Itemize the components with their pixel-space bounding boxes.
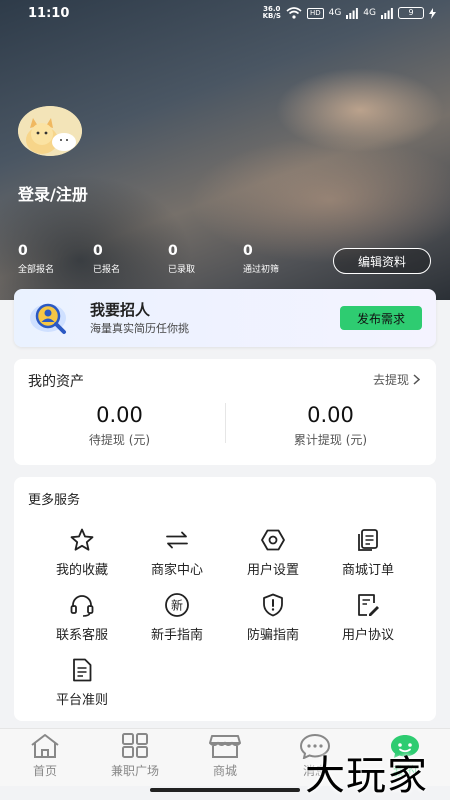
signal-4g-label-2: 4G xyxy=(363,8,376,18)
recruit-subtitle: 海量真实简历任你挑 xyxy=(90,322,189,335)
total-label: 累计提现 (元) xyxy=(293,433,368,447)
stat-value: 0 xyxy=(93,243,103,259)
service-label: 商城订单 xyxy=(341,563,394,578)
service-beginner-guide[interactable]: 新 新手指南 xyxy=(129,592,225,643)
avatar[interactable] xyxy=(18,106,82,156)
stat-label: 已报名 xyxy=(93,265,121,275)
swap-icon xyxy=(166,531,188,549)
charging-bolt-icon xyxy=(429,7,436,19)
wifi-icon xyxy=(286,7,302,19)
stat-value: 0 xyxy=(18,243,28,259)
tab-mall[interactable]: 商城 xyxy=(180,733,270,779)
recruit-title: 我要招人 xyxy=(90,301,151,319)
withdraw-link[interactable]: 去提现 xyxy=(373,371,420,388)
tab-label: 兼职广场 xyxy=(110,764,159,778)
home-indicator[interactable] xyxy=(150,788,300,792)
service-label: 用户设置 xyxy=(246,563,299,578)
watermark: 大玩家 xyxy=(305,753,428,799)
document-icon xyxy=(73,658,92,682)
service-label: 防骗指南 xyxy=(246,628,299,643)
hd-badge: HD xyxy=(306,7,324,19)
chevron-right-icon xyxy=(413,374,420,385)
stat-label: 已录取 xyxy=(168,265,196,275)
svg-text:新: 新 xyxy=(171,598,183,613)
service-label: 我的收藏 xyxy=(55,563,108,578)
service-label: 新手指南 xyxy=(150,628,203,643)
signal-bars-icon xyxy=(346,7,359,19)
settings-hex-icon xyxy=(261,529,285,551)
tab-label: 商城 xyxy=(212,764,237,778)
service-mall-orders[interactable]: 商城订单 xyxy=(320,527,416,578)
stat-value: 0 xyxy=(243,243,253,259)
service-user-settings[interactable]: 用户设置 xyxy=(225,527,321,578)
service-anti-fraud-guide[interactable]: 防骗指南 xyxy=(225,592,321,643)
edit-profile-button[interactable]: 编辑资料 xyxy=(333,248,431,274)
new-badge-icon: 新 xyxy=(165,593,189,617)
recruit-banner[interactable]: 我要招人 海量真实简历任你挑 发布需求 xyxy=(14,289,436,347)
tab-home[interactable]: 首页 xyxy=(0,733,90,779)
signal-bars-icon-2 xyxy=(381,7,393,19)
battery-icon: 9 xyxy=(398,7,424,19)
star-icon xyxy=(70,528,94,551)
status-time: 11:10 xyxy=(28,6,70,21)
stat-screened[interactable]: 0 通过初筛 xyxy=(243,243,303,275)
service-label: 商家中心 xyxy=(150,563,203,578)
stat-all-applications[interactable]: 0 全部报名 xyxy=(18,243,63,275)
login-register-link[interactable]: 登录/注册 xyxy=(18,181,88,205)
services-title: 更多服务 xyxy=(28,493,81,508)
stat-applied[interactable]: 0 已报名 xyxy=(93,243,138,275)
pending-label: 待提现 (元) xyxy=(88,433,151,447)
my-assets-card: 我的资产 去提现 0.00 待提现 (元) 0.00 累计提现 (元) xyxy=(14,359,436,465)
service-label: 用户协议 xyxy=(341,628,394,643)
assets-title: 我的资产 xyxy=(28,374,84,390)
shop-icon xyxy=(209,735,241,758)
order-icon xyxy=(358,529,378,551)
headset-icon xyxy=(70,595,94,617)
stat-label: 全部报名 xyxy=(18,265,55,275)
pending-withdrawal: 0.00 待提现 (元) xyxy=(14,403,225,448)
publish-demand-button[interactable]: 发布需求 xyxy=(340,306,422,330)
withdraw-link-label: 去提现 xyxy=(372,373,409,387)
service-label: 联系客服 xyxy=(55,628,108,643)
application-stats: 0 全部报名 0 已报名 0 已录取 0 通过初筛 xyxy=(18,243,303,275)
total-withdrawal: 0.00 累计提现 (元) xyxy=(225,403,436,448)
status-icons: 36.0 KB/S HD 4G 4G 9 xyxy=(263,6,436,20)
tab-label: 首页 xyxy=(32,764,57,778)
status-bar: 11:10 36.0 KB/S HD 4G 4G 9 xyxy=(0,0,450,28)
agreement-icon xyxy=(358,594,379,616)
cat-avatar-icon xyxy=(18,106,82,156)
shield-alert-icon xyxy=(263,593,283,617)
stat-hired[interactable]: 0 已录取 xyxy=(168,243,213,275)
recruit-search-icon xyxy=(30,303,66,334)
tab-part-time-plaza[interactable]: 兼职广场 xyxy=(90,733,180,779)
service-contact-support[interactable]: 联系客服 xyxy=(34,592,130,643)
signal-4g-label: 4G xyxy=(328,8,342,18)
service-platform-rules[interactable]: 平台准则 xyxy=(34,657,130,708)
service-favorites[interactable]: 我的收藏 xyxy=(34,527,130,578)
total-value: 0.00 xyxy=(307,403,354,427)
service-merchant-center[interactable]: 商家中心 xyxy=(129,527,225,578)
home-icon xyxy=(31,734,59,758)
more-services-card: 更多服务 我的收藏 商家中心 用户设置 商城订单 联系客服 新 新手指南 防骗指… xyxy=(14,477,436,721)
service-label: 平台准则 xyxy=(55,693,108,708)
stat-label: 通过初筛 xyxy=(243,265,280,275)
grid-icon xyxy=(122,733,148,758)
stat-value: 0 xyxy=(168,243,178,259)
service-user-agreement[interactable]: 用户协议 xyxy=(320,592,416,643)
pending-value: 0.00 xyxy=(96,403,143,427)
net-speed: 36.0 KB/S xyxy=(262,5,281,20)
